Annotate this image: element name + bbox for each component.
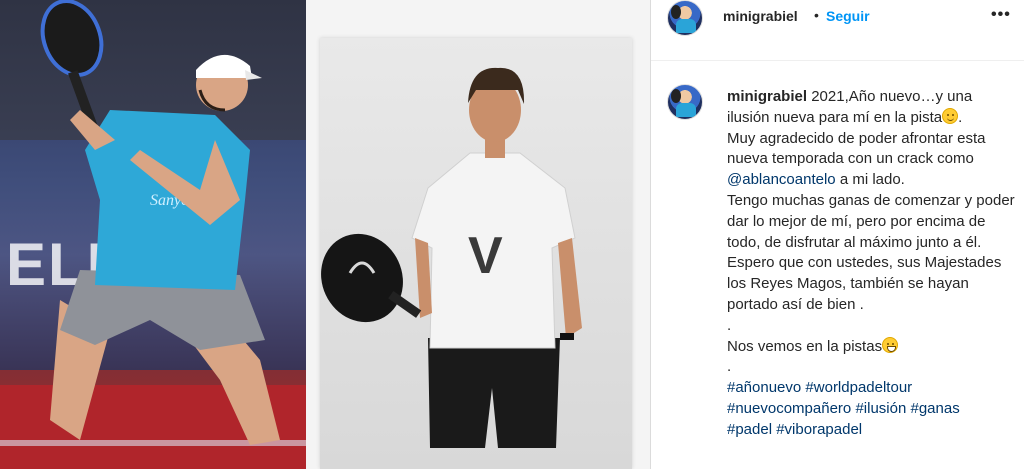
- racket-icon-right: [321, 233, 422, 323]
- hashtag-link[interactable]: #viborapadel: [776, 421, 862, 438]
- hashtag-link[interactable]: #ilusión: [855, 400, 906, 417]
- avatar-shirt: [676, 103, 696, 117]
- photo-left-player-blue: ELLI Sanyo: [0, 0, 306, 469]
- hashtag-link[interactable]: #nuevocompañero: [727, 400, 851, 417]
- author-username[interactable]: minigrabiel: [723, 8, 798, 24]
- shirt-logo-right: V: [468, 227, 503, 285]
- hashtag-link[interactable]: #worldpadeltour: [805, 379, 912, 396]
- header-divider: [651, 60, 1024, 61]
- header-dot-separator: •: [814, 7, 819, 23]
- grinning-face-icon: [882, 336, 899, 353]
- avatar-shirt: [676, 19, 696, 33]
- avatar-racket-icon: [671, 5, 681, 19]
- hashtag-link[interactable]: #añonuevo: [727, 379, 801, 396]
- caption-username[interactable]: minigrabiel: [727, 88, 807, 105]
- caption-line-2: Muy agradecido de poder afrontar esta nu…: [727, 129, 990, 168]
- post-image[interactable]: ELLI Sanyo V: [0, 0, 650, 469]
- mention-link[interactable]: @ablancoantelo: [727, 171, 836, 188]
- caption-line-3: Tengo muchas ganas de comenzar y poder d…: [727, 191, 1019, 251]
- photo-card: V: [320, 38, 632, 469]
- post-caption: minigrabiel 2021,Año nuevo…y una ilusión…: [727, 87, 1017, 441]
- author-avatar[interactable]: [667, 0, 703, 36]
- caption-avatar[interactable]: [667, 84, 703, 120]
- caption-line-5: Nos vemos en la pistas: [727, 337, 883, 355]
- avatar-racket-icon: [671, 89, 681, 103]
- hashtag-link[interactable]: #ganas: [910, 400, 959, 417]
- more-options-icon[interactable]: •••: [991, 6, 1011, 24]
- player-white-illustration: V: [321, 67, 582, 448]
- caption-line-2-end: a mi lado.: [839, 171, 905, 189]
- caption-line-4: Espero que con ustedes, sus Majestades l…: [727, 254, 1006, 313]
- caption-dot-2: .: [727, 358, 732, 376]
- hashtag-link[interactable]: #padel: [727, 421, 772, 438]
- player-blue-illustration: Sanyo: [40, 0, 280, 445]
- caption-dot-1: .: [727, 316, 732, 334]
- photo-right-player-white: V: [306, 0, 650, 469]
- follow-button[interactable]: Seguir: [826, 8, 870, 24]
- caption-line-1-end: .: [958, 108, 963, 126]
- post-panel: minigrabiel • Seguir ••• minigrabiel 202…: [651, 0, 1024, 469]
- slightly-smiling-face-icon: [942, 107, 959, 124]
- racket-icon: [40, 0, 104, 130]
